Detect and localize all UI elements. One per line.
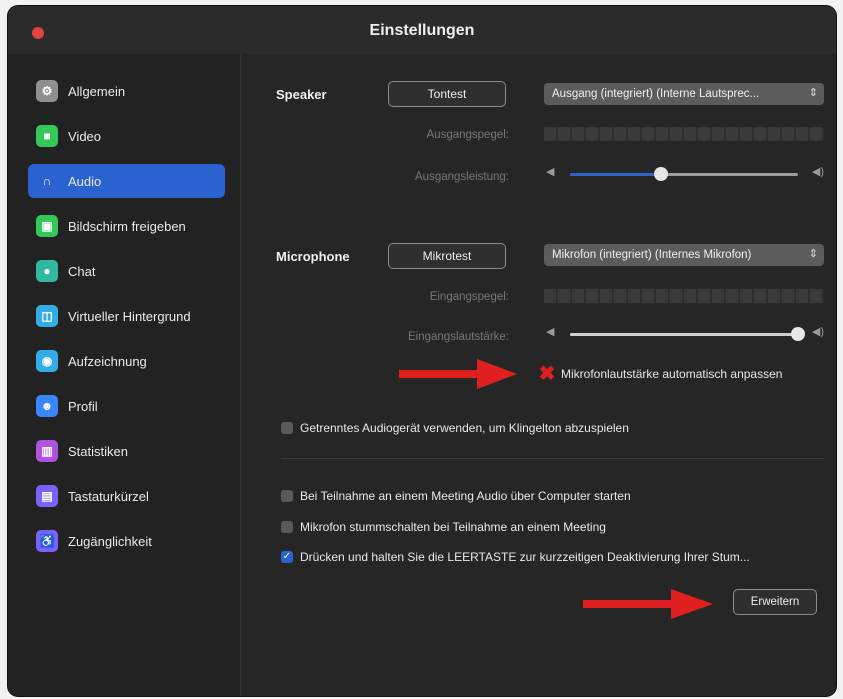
slider-thumb[interactable]: [654, 167, 669, 181]
sidebar-item-profil[interactable]: ☻ Profil: [28, 389, 225, 423]
sidebar-item-zugänglichkeit[interactable]: ♿ Zugänglichkeit: [28, 524, 225, 558]
mute-mic-label[interactable]: Mikrofon stummschalten bei Teilnahme an …: [300, 520, 606, 534]
microphone-test-button[interactable]: Mikrotest: [388, 243, 506, 269]
speaker-label: Speaker: [276, 87, 327, 102]
input-volume-label: Eingangslautstärke:: [407, 331, 509, 343]
sidebar-item-aufzeichnung[interactable]: ◉ Aufzeichnung: [28, 344, 225, 378]
title-bar: Einstellungen: [8, 6, 836, 54]
chat-bubble-icon: ●: [36, 260, 58, 282]
volume-high-icon: ◀): [811, 326, 824, 338]
screen-share-icon: ▣: [36, 215, 58, 237]
sidebar-item-statistiken[interactable]: ▥ Statistiken: [28, 434, 225, 468]
join-audio-label[interactable]: Bei Teilnahme an einem Meeting Audio übe…: [300, 489, 631, 503]
annotation-arrow-icon: [583, 589, 713, 619]
settings-window: Einstellungen ⚙ Allgemein ■ Video ∩ Audio ▣ Bil…: [8, 6, 836, 696]
slider-thumb[interactable]: [791, 327, 805, 341]
separate-audio-device-label[interactable]: Getrenntes Audiogerät verwenden, um Klin…: [300, 421, 629, 435]
volume-low-icon: ◀: [546, 326, 555, 338]
sidebar-item-label: Zugänglichkeit: [68, 533, 152, 549]
window-title: Einstellungen: [369, 22, 475, 39]
record-icon: ◉: [36, 350, 58, 372]
sidebar-item-label: Tastaturkürzel: [68, 488, 149, 504]
video-camera-icon: ■: [36, 125, 58, 147]
sidebar-item-bildschirm-freigeben[interactable]: ▣ Bildschirm freigeben: [28, 209, 225, 243]
speaker-device-select[interactable]: Ausgang (integriert) (Interne Lautsprec.…: [544, 83, 824, 105]
input-level-meter: [544, 289, 824, 303]
volume-high-icon: ◀): [811, 166, 824, 178]
input-level-label: Eingangspegel:: [429, 291, 509, 303]
headphones-icon: ∩: [42, 174, 52, 188]
keyboard-icon: ▤: [36, 485, 58, 507]
output-level-label: Ausgangspegel:: [426, 129, 509, 141]
sidebar-item-label: Statistiken: [68, 443, 128, 459]
annotation-arrow-icon: [399, 359, 517, 389]
sidebar-item-label: Profil: [68, 398, 98, 414]
speaker-test-button[interactable]: Tontest: [388, 81, 506, 107]
sidebar-item-label: Chat: [68, 263, 96, 279]
sidebar-item-tastaturkürzel[interactable]: ▤ Tastaturkürzel: [28, 479, 225, 513]
chevron-updown-icon: ⇕: [808, 87, 818, 99]
separate-audio-device-checkbox[interactable]: [281, 422, 293, 434]
auto-adjust-mic-label[interactable]: Mikrofonlautstärke automatisch anpassen: [561, 367, 782, 381]
output-level-meter: [544, 127, 824, 141]
sidebar-item-label: Aufzeichnung: [68, 353, 147, 369]
sidebar-item-label: Bildschirm freigeben: [68, 218, 186, 234]
sidebar-item-allgemein[interactable]: ⚙ Allgemein: [28, 74, 225, 108]
slider-fill: [570, 173, 662, 176]
push-to-talk-label[interactable]: Drücken und halten Sie die LEERTASTE zur…: [300, 550, 750, 564]
slider-fill: [570, 333, 798, 336]
annotation-mark-icon: ✖: [538, 363, 556, 385]
accessibility-icon: ♿: [36, 530, 58, 552]
mute-mic-checkbox[interactable]: [281, 521, 293, 533]
profile-icon: ☻: [36, 395, 58, 417]
sidebar-item-label: Allgemein: [68, 83, 126, 99]
sidebar-item-video[interactable]: ■ Video: [28, 119, 225, 153]
background-image-icon: ◫: [36, 305, 58, 327]
microphone-device-value: Mikrofon (integriert) (Internes Mikrofon…: [552, 249, 752, 261]
advanced-button[interactable]: Erweitern: [733, 589, 817, 615]
microphone-label: Microphone: [276, 249, 350, 264]
sidebar-item-virtueller-hintergrund[interactable]: ◫ Virtueller Hintergrund: [28, 299, 225, 333]
sidebar-item-label: Video: [68, 128, 102, 144]
statistics-icon: ▥: [36, 440, 58, 462]
sidebar: ⚙ Allgemein ■ Video ∩ Audio ▣ Bildschirm freige…: [8, 54, 241, 696]
input-volume-slider[interactable]: ◀ ◀): [544, 324, 824, 344]
join-audio-checkbox[interactable]: [281, 490, 293, 502]
sidebar-item-label: Virtueller Hintergrund: [68, 308, 191, 324]
section-divider: [281, 458, 824, 459]
speaker-device-value: Ausgang (integriert) (Interne Lautsprec.…: [552, 88, 760, 100]
audio-settings-panel: Speaker Tontest Ausgang (integriert) (In…: [241, 54, 836, 696]
output-volume-slider[interactable]: ◀ ◀): [544, 164, 824, 184]
chevron-updown-icon: ⇕: [808, 248, 818, 260]
gear-icon: ⚙: [36, 80, 58, 102]
volume-low-icon: ◀: [546, 166, 555, 178]
microphone-device-select[interactable]: Mikrofon (integriert) (Internes Mikrofon…: [544, 244, 824, 266]
sidebar-item-chat[interactable]: ● Chat: [28, 254, 225, 288]
sidebar-item-audio[interactable]: ∩ Audio: [28, 164, 225, 198]
push-to-talk-checkbox[interactable]: ✓: [281, 551, 293, 563]
output-volume-label: Ausgangsleistung:: [415, 171, 509, 183]
sidebar-item-label: Audio: [68, 173, 102, 189]
